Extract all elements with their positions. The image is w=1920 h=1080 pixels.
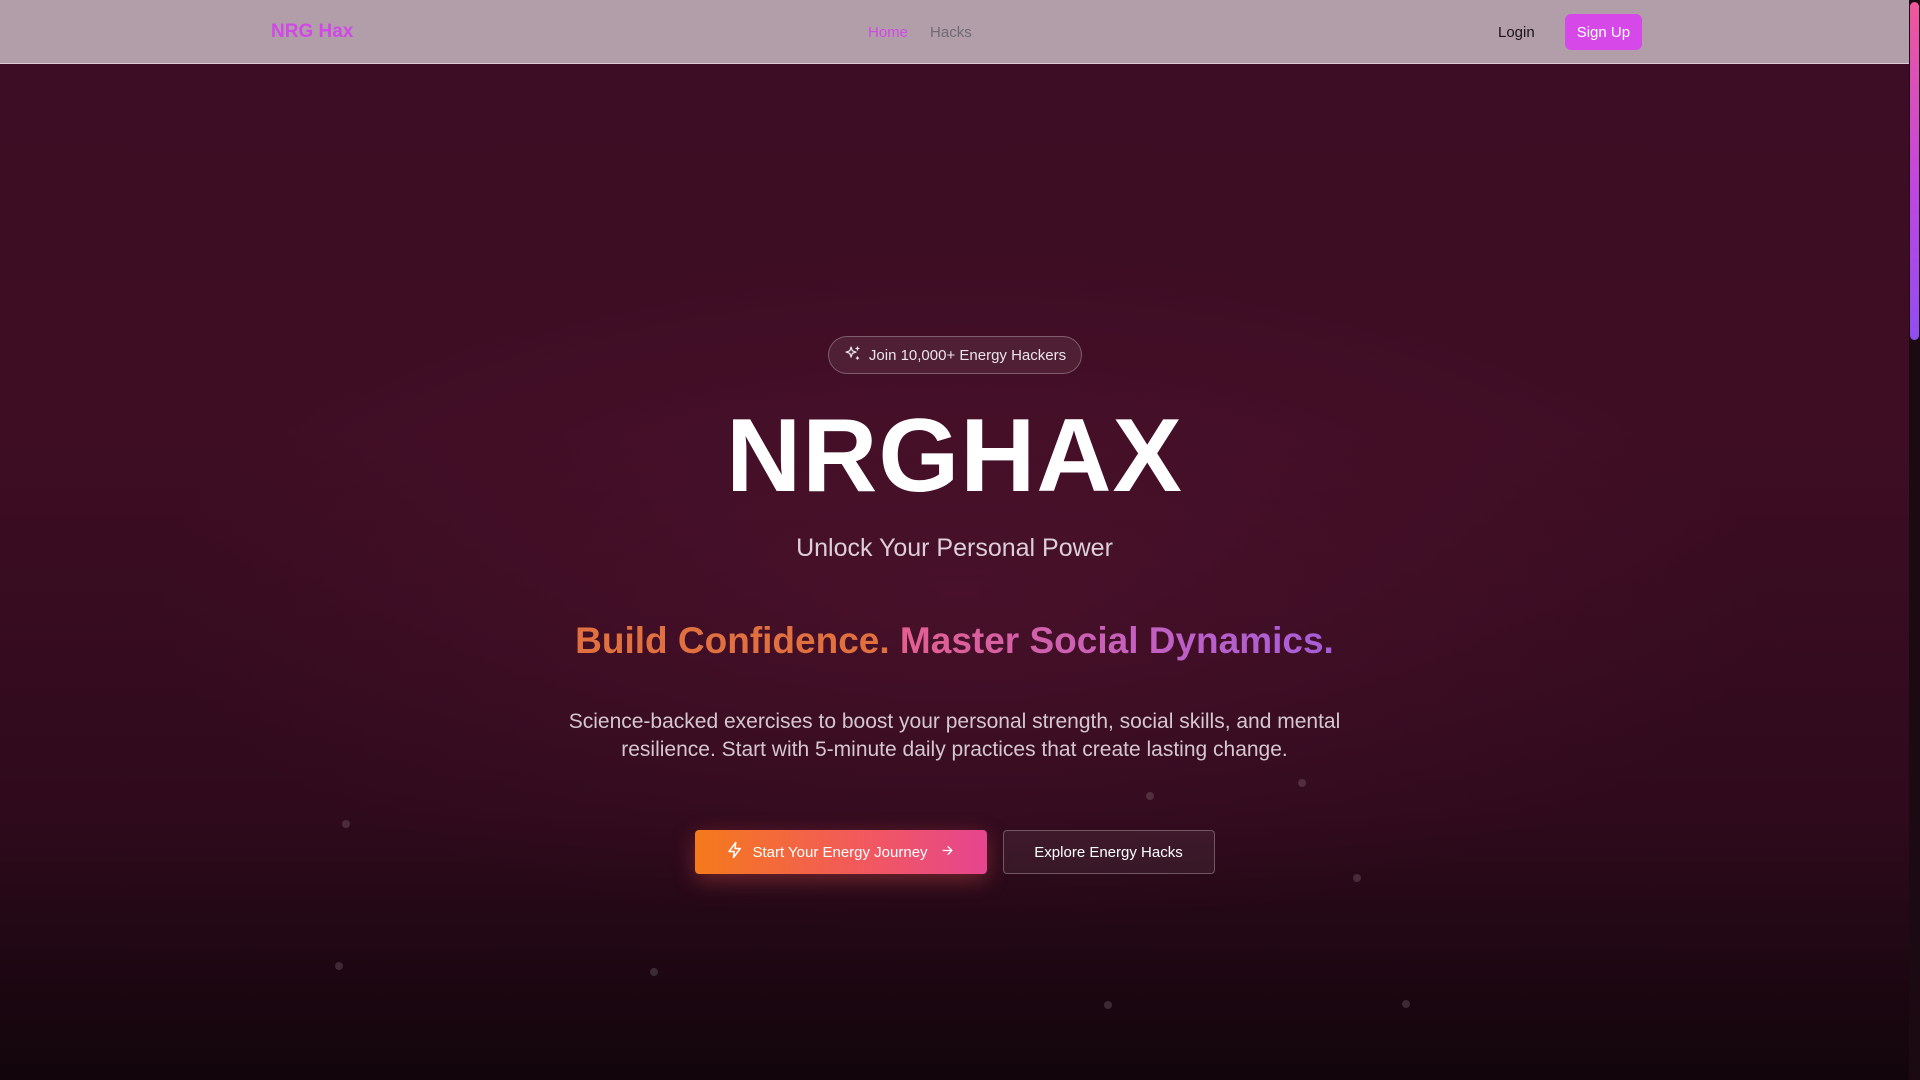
start-journey-button[interactable]: Start Your Energy Journey: [694, 830, 987, 874]
brand-logo[interactable]: NRG Hax: [271, 0, 353, 64]
particle-dot: [1353, 874, 1361, 882]
tagline-social: Master Social Dynamics.: [899, 620, 1334, 661]
particle-dot: [1146, 792, 1154, 800]
hero-tagline: Build Confidence. Master Social Dynamics…: [0, 620, 1909, 662]
particle-dot: [1104, 1001, 1112, 1009]
nav-links: Home Hacks: [868, 0, 972, 64]
nav-link-hacks[interactable]: Hacks: [930, 24, 972, 41]
particle-dot: [335, 962, 343, 970]
particle-dot: [342, 820, 350, 828]
join-badge-text: Join 10,000+ Energy Hackers: [868, 346, 1067, 364]
hero-description: Science-backed exercises to boost your p…: [568, 710, 1341, 761]
hero-subtitle: Unlock Your Personal Power: [796, 534, 1113, 562]
auth-actions: Login Sign Up: [1484, 0, 1643, 64]
landing-page: NRG Hax Home Hacks Login Sign Up Join 10…: [0, 0, 1920, 1080]
top-navbar: NRG Hax Home Hacks Login Sign Up: [0, 0, 1909, 64]
explore-hacks-button[interactable]: Explore Energy Hacks: [1002, 830, 1215, 874]
start-journey-label: Start Your Energy Journey: [752, 843, 928, 861]
hero-title: NRGHAX: [726, 398, 1183, 514]
particle-dot: [650, 968, 658, 976]
particle-dot: [1402, 1000, 1410, 1008]
arrow-right-icon: [936, 843, 955, 862]
particle-dot: [1298, 779, 1306, 787]
join-badge: Join 10,000+ Energy Hackers: [828, 336, 1082, 374]
zap-icon: [726, 841, 744, 863]
cta-row: Start Your Energy Journey Explore Energy…: [0, 830, 1909, 874]
signup-button[interactable]: Sign Up: [1564, 14, 1643, 50]
nav-link-home[interactable]: Home: [868, 24, 908, 41]
hero-section: Join 10,000+ Energy Hackers NRGHAX Unloc…: [0, 64, 1909, 1080]
login-button[interactable]: Login: [1484, 16, 1549, 49]
tagline-confidence: Build Confidence.: [575, 620, 890, 661]
scrollbar-thumb[interactable]: [1910, 2, 1919, 340]
sparkles-icon: [844, 345, 861, 366]
